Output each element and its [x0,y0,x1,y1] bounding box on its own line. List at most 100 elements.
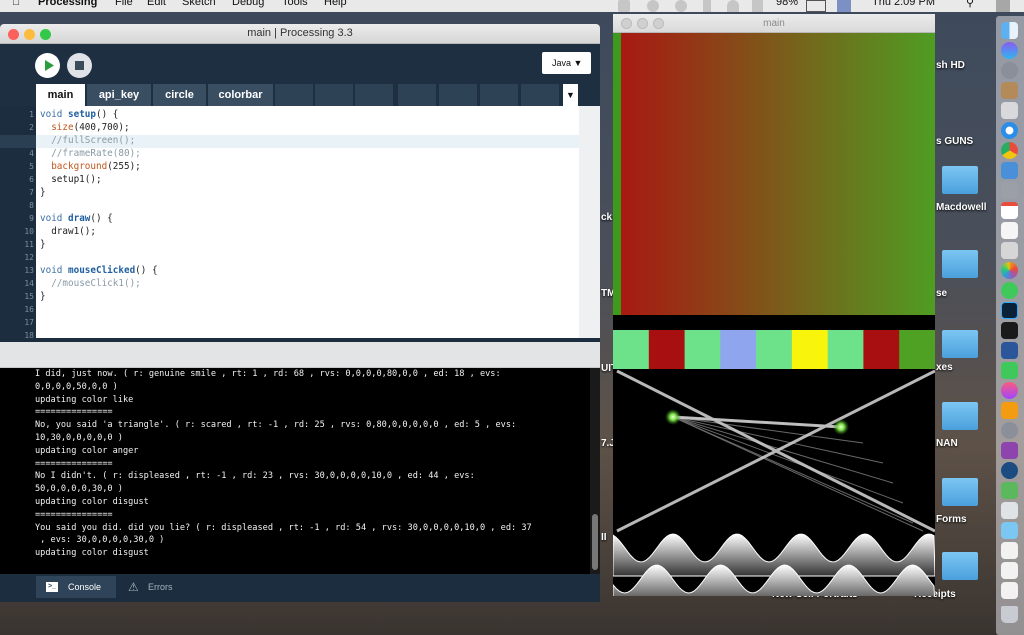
notes-icon[interactable] [1001,222,1018,239]
desktop-folder-icon[interactable] [942,552,978,580]
tab-empty[interactable] [275,84,313,106]
chat-icon[interactable] [647,0,659,12]
menu-file[interactable]: File [115,0,133,8]
node-glow [665,409,681,425]
console-scroll-thumb[interactable] [592,514,598,570]
sketch-app-icon[interactable] [1001,182,1018,199]
desktop-label[interactable]: ck [601,212,612,223]
ide-title-bar[interactable]: main | Processing 3.3 [0,24,600,44]
chrome-icon[interactable] [1001,142,1018,159]
tab-api-key[interactable]: api_key [87,84,151,106]
desktop-label[interactable]: xes [936,362,953,373]
desktop-folder-icon[interactable] [942,250,978,278]
sketch-window-title: main [763,18,785,29]
wifi-icon[interactable] [727,0,739,12]
desktop-label[interactable]: NAN [936,438,958,449]
stop-button[interactable] [67,53,92,78]
desktop-label[interactable]: s GUNS [936,136,973,147]
desktop-folder-icon[interactable] [942,330,978,358]
notification-center-icon[interactable] [996,0,1010,12]
app-icon[interactable] [1001,482,1018,499]
desktop-label[interactable]: sh HD [936,60,965,71]
ibooks-icon[interactable] [1001,402,1018,419]
menu-tools[interactable]: Tools [282,0,308,8]
menu-edit[interactable]: Edit [147,0,166,8]
safari-icon[interactable] [1001,122,1018,139]
trash-icon[interactable] [1001,606,1018,623]
photos-icon[interactable] [1001,262,1018,279]
sketch-canvas[interactable] [613,33,935,596]
menu-debug[interactable]: Debug [232,0,264,8]
code-line: } [40,239,46,250]
line-number: 16 [24,305,34,314]
color-bar-segment [899,330,935,369]
time-machine-icon[interactable] [675,0,687,12]
menu-sketch[interactable]: Sketch [182,0,216,8]
terminal-icon[interactable] [1001,322,1018,339]
code-editor[interactable]: void setup() { size(400,700); //fullScre… [36,106,579,338]
menu-help[interactable]: Help [324,0,347,8]
tab-colorbar[interactable]: colorbar [208,84,273,106]
console-line: 50,0,0,0,0,30,0 ) [35,484,123,495]
menu-clock[interactable]: Thu 2:09 PM [872,0,935,8]
tab-circle[interactable]: circle [153,84,206,106]
editor-scrollbar[interactable] [579,106,600,338]
messages-icon[interactable] [1001,282,1018,299]
volume-icon[interactable] [752,0,763,12]
battery-icon[interactable] [806,0,826,12]
photoshop-icon[interactable] [1001,302,1018,319]
bluetooth-icon[interactable] [703,0,711,12]
tab-menu-button[interactable]: ▼ [563,84,578,106]
tab-main[interactable]: main [36,84,85,106]
tab-empty[interactable] [439,84,477,106]
photo-app-icon[interactable] [1001,82,1018,99]
tab-empty[interactable] [398,84,436,106]
document-icon[interactable] [1001,542,1018,559]
run-button[interactable] [35,53,60,78]
preferences-icon[interactable] [1001,422,1018,439]
stop-icon [75,61,84,70]
facetime-icon[interactable] [1001,362,1018,379]
desktop-folder-icon[interactable] [942,478,978,506]
itunes-icon[interactable] [1001,382,1018,399]
launchpad-icon[interactable] [1001,62,1018,79]
word-icon[interactable] [1001,342,1018,359]
star-app-icon[interactable] [1001,442,1018,459]
desktop-label[interactable]: se [936,288,947,299]
finder-icon[interactable] [1001,22,1018,39]
line-number: 17 [24,318,34,327]
tab-empty[interactable] [521,84,559,106]
app-store-icon[interactable] [1001,102,1018,119]
mail-icon[interactable] [1001,162,1018,179]
document-icon[interactable] [1001,582,1018,599]
siri-icon[interactable] [1001,42,1018,59]
desktop-folder-icon[interactable] [942,166,978,194]
console-line: No I didn't. ( r: displeased , rt: -1 , … [35,471,475,482]
mode-select[interactable]: Java ▼ [542,52,591,74]
tab-errors[interactable]: ⚠ Errors [122,576,202,598]
menu-app-name[interactable]: Processing [38,0,97,8]
desktop-label[interactable]: Macdowell [936,202,987,213]
desktop-label[interactable]: Forms [936,514,967,525]
folder-icon[interactable] [1001,522,1018,539]
maps-icon[interactable] [1001,242,1018,259]
tab-console[interactable]: >_ Console [36,576,116,598]
processing-icon[interactable] [1001,462,1018,479]
dropbox-icon[interactable] [618,0,630,12]
spotlight-icon[interactable]: ⚲ [966,0,974,9]
editor-console-divider[interactable] [0,342,600,368]
calendar-icon[interactable] [1001,202,1018,219]
desktop-folder-icon[interactable] [942,402,978,430]
tab-empty[interactable] [355,84,393,106]
desktop-label[interactable]: II [601,532,607,543]
sketch-title-bar[interactable]: main [613,14,935,33]
processing-ide-window: main | Processing 3.3 Java ▼ main api_ke… [0,24,600,602]
activity-icon[interactable] [1001,502,1018,519]
apple-icon[interactable]:  [12,0,20,8]
emotion-gradient [621,33,935,315]
tab-empty[interactable] [315,84,353,106]
tab-empty[interactable] [480,84,518,106]
document-icon[interactable] [1001,562,1018,579]
line-number: 11 [24,240,34,249]
flag-icon[interactable] [837,0,851,12]
